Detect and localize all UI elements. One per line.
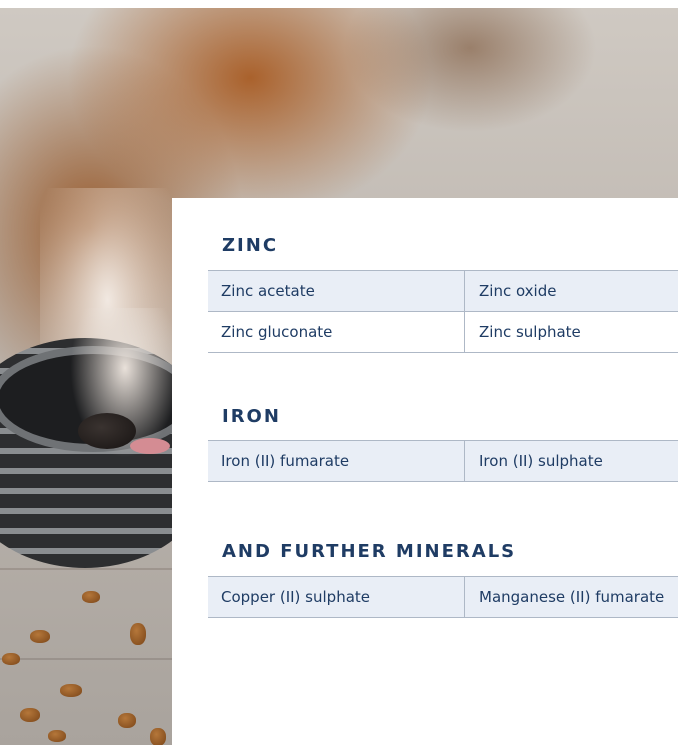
kibble bbox=[150, 728, 166, 745]
kibble bbox=[30, 630, 50, 643]
table-cell: Copper (II) sulphate bbox=[208, 577, 465, 617]
iron-table: Iron (II) fumarate Iron (II) sulphate bbox=[208, 440, 678, 482]
kibble bbox=[82, 591, 100, 603]
table-row: Zinc acetate Zinc oxide bbox=[208, 271, 678, 312]
kibble bbox=[20, 708, 40, 722]
further-minerals-table: Copper (II) sulphate Manganese (II) fuma… bbox=[208, 576, 678, 618]
dog-nose bbox=[78, 413, 136, 449]
kibble bbox=[118, 713, 136, 728]
floor-plank-line bbox=[0, 658, 180, 660]
table-cell: Manganese (II) fumarate bbox=[479, 588, 665, 606]
section-title-further-minerals: AND FURTHER MINERALS bbox=[222, 541, 517, 562]
floor-plank-line bbox=[0, 568, 180, 570]
table-cell: Iron (II) fumarate bbox=[208, 441, 465, 481]
table-row: Copper (II) sulphate Manganese (II) fuma… bbox=[208, 577, 678, 618]
kibble bbox=[60, 684, 82, 697]
table-cell: Zinc sulphate bbox=[479, 323, 581, 341]
section-title-zinc: ZINC bbox=[222, 235, 279, 256]
table-cell: Zinc oxide bbox=[479, 282, 557, 300]
table-cell: Iron (II) sulphate bbox=[479, 452, 603, 470]
table-row: Zinc gluconate Zinc sulphate bbox=[208, 312, 678, 353]
table-cell: Zinc gluconate bbox=[208, 312, 465, 352]
kibble bbox=[130, 623, 146, 645]
table-row: Iron (II) fumarate Iron (II) sulphate bbox=[208, 441, 678, 482]
section-title-iron: IRON bbox=[222, 406, 281, 427]
kibble bbox=[48, 730, 66, 742]
zinc-table: Zinc acetate Zinc oxide Zinc gluconate Z… bbox=[208, 270, 678, 353]
dog-tongue bbox=[130, 438, 170, 454]
kibble bbox=[2, 653, 20, 665]
table-cell: Zinc acetate bbox=[208, 271, 465, 311]
